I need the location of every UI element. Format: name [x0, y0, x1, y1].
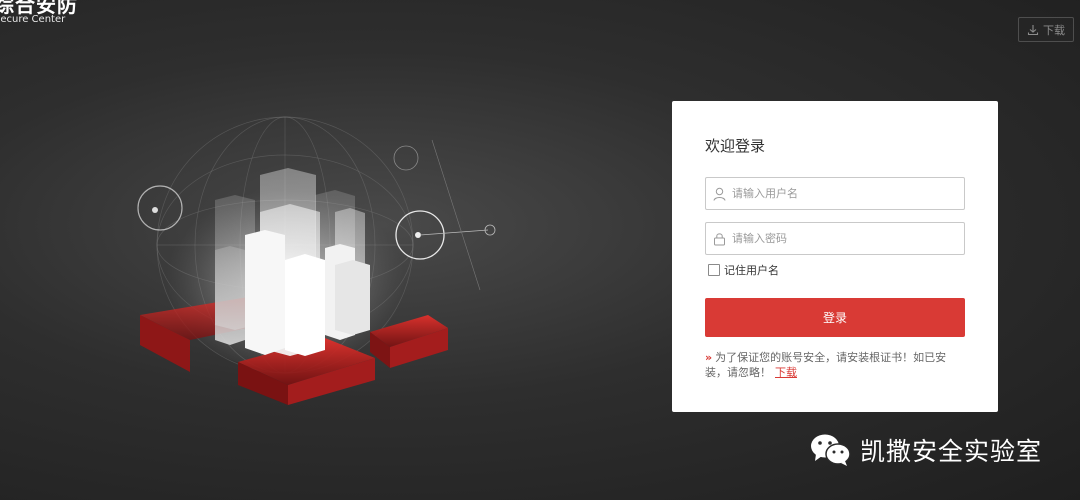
certificate-download-link[interactable]: 下载: [775, 366, 797, 379]
login-title: 欢迎登录: [705, 137, 766, 155]
orbit-marker-top: [393, 145, 419, 171]
remember-label: 记住用户名: [724, 264, 779, 277]
top-download-button[interactable]: 下载: [1018, 17, 1074, 42]
notice-text: 为了保证您的账号安全，请安装根证书！如已安装，请忽略！: [705, 351, 947, 379]
app-logo: 综合安防 Secure Center: [0, 0, 78, 26]
watermark-text: 凯撒安全实验室: [860, 437, 1043, 466]
login-card: 欢迎登录 记住用户名 登录 »为了保证您的账号安全，请安装根证书！如已安装，请忽…: [672, 101, 998, 412]
password-input[interactable]: [732, 224, 952, 253]
username-field[interactable]: [705, 177, 965, 210]
top-download-label: 下载: [1043, 23, 1065, 37]
user-icon: [713, 187, 726, 201]
password-field[interactable]: [705, 222, 965, 255]
security-city-illustration: [137, 116, 496, 405]
wechat-icon: [811, 434, 851, 466]
login-button[interactable]: 登录: [705, 298, 965, 337]
lock-icon: [714, 232, 725, 245]
buildings: [215, 168, 370, 356]
watermark: 凯撒安全实验室: [810, 432, 1042, 468]
orbit-marker-left: [137, 185, 183, 231]
username-input[interactable]: [732, 179, 952, 208]
notice-arrow-icon: »: [705, 351, 713, 364]
certificate-notice: » 为了保证您的账号安全，请安装根证书！如已安装，请忽略！ 下载: [705, 350, 967, 380]
remember-checkbox[interactable]: [708, 264, 720, 276]
download-icon: [1027, 24, 1039, 35]
remember-username[interactable]: 记住用户名: [708, 262, 779, 278]
